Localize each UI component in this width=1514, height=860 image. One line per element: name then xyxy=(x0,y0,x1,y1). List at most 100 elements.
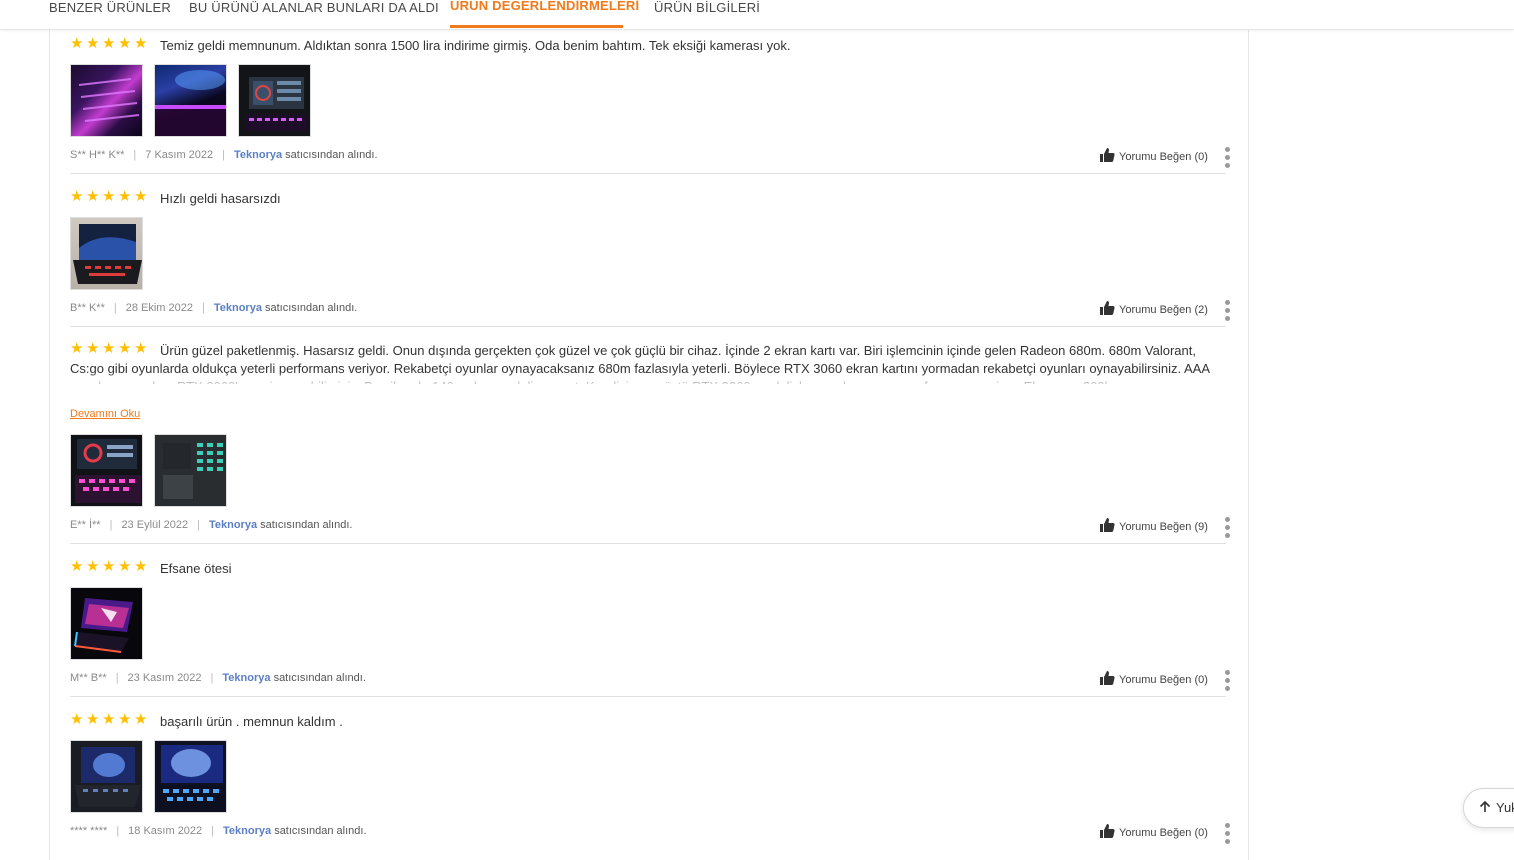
star-icon: ★ xyxy=(86,711,100,728)
star-icon: ★ xyxy=(102,711,116,728)
like-label: Yorumu Beğen xyxy=(1119,674,1192,686)
review-date: 23 Eylül 2022 xyxy=(121,519,189,531)
star-rating: ★ ★ ★ ★ ★ xyxy=(70,188,148,205)
star-icon: ★ xyxy=(70,188,84,205)
review-comment: Hızlı geldi hasarsızdı xyxy=(160,191,281,206)
review-meta: B** K** | 28 Ekim 2022 | Teknorya satıcısınd… xyxy=(70,302,358,314)
review-comment: başarılı ürün . memnun kaldım . xyxy=(160,714,343,729)
read-more-link[interactable]: Devamını Oku xyxy=(70,408,140,420)
thumbs-up-icon xyxy=(1100,824,1115,838)
like-review-button[interactable]: Yorumu Beğen (0) xyxy=(1100,824,1208,839)
review-author: **** **** xyxy=(70,825,108,837)
star-icon: ★ xyxy=(134,340,148,357)
tab-similar-products[interactable]: BENZER ÜRÜNLER xyxy=(49,0,171,15)
seller-link[interactable]: Teknorya xyxy=(223,825,271,837)
star-rating: ★ ★ ★ ★ ★ xyxy=(70,558,148,575)
scroll-top-label: Yukarı Çık xyxy=(1496,800,1514,815)
review-item: Hızlı geldi hasarsızdı ★ ★ ★ ★ ★ B** K** | 28 … xyxy=(70,188,1231,322)
text-fade-overlay xyxy=(70,372,1230,386)
seller-link[interactable]: Teknorya xyxy=(222,672,270,684)
more-options-icon[interactable] xyxy=(1225,670,1231,692)
review-photo-thumbnail[interactable] xyxy=(238,64,311,137)
star-icon: ★ xyxy=(118,711,132,728)
like-count: (0) xyxy=(1194,151,1208,163)
review-item: Ürün güzel paketlenmiş. Hasarsız geldi. … xyxy=(70,340,1231,542)
review-photo-thumbnail[interactable] xyxy=(70,64,143,137)
thumbs-up-icon xyxy=(1100,148,1115,162)
star-icon: ★ xyxy=(134,711,148,728)
like-review-button[interactable]: Yorumu Beğen (0) xyxy=(1100,148,1208,163)
star-icon: ★ xyxy=(86,558,100,575)
thumbs-up-icon xyxy=(1100,518,1115,532)
star-icon: ★ xyxy=(86,188,100,205)
star-icon: ★ xyxy=(70,340,84,357)
review-divider xyxy=(70,543,1226,544)
star-icon: ★ xyxy=(102,188,116,205)
star-icon: ★ xyxy=(70,35,84,52)
star-icon: ★ xyxy=(118,558,132,575)
star-icon: ★ xyxy=(102,340,116,357)
review-photo-thumbnail[interactable] xyxy=(70,587,143,660)
seller-link[interactable]: Teknorya xyxy=(234,149,282,161)
like-count: (2) xyxy=(1194,304,1208,316)
review-photo-thumbnail[interactable] xyxy=(154,434,227,507)
seller-suffix: satıcısından alındı. xyxy=(274,825,367,837)
star-rating: ★ ★ ★ ★ ★ xyxy=(70,35,148,52)
review-photo-thumbnail[interactable] xyxy=(154,740,227,813)
like-review-button[interactable]: Yorumu Beğen (9) xyxy=(1100,518,1208,533)
like-label: Yorumu Beğen xyxy=(1119,151,1192,163)
seller-link[interactable]: Teknorya xyxy=(209,519,257,531)
star-icon: ★ xyxy=(118,340,132,357)
review-meta: S** H** K** | 7 Kasım 2022 | Teknorya satıcı… xyxy=(70,149,378,161)
like-count: (9) xyxy=(1194,521,1208,533)
like-review-button[interactable]: Yorumu Beğen (2) xyxy=(1100,301,1208,316)
seller-suffix: satıcısından alındı. xyxy=(273,672,366,684)
review-photo-thumbnail[interactable] xyxy=(154,64,227,137)
star-icon: ★ xyxy=(134,35,148,52)
seller-link[interactable]: Teknorya xyxy=(214,302,262,314)
review-photo-thumbnail[interactable] xyxy=(70,740,143,813)
star-icon: ★ xyxy=(118,188,132,205)
review-item: Efsane ötesi ★ ★ ★ ★ ★ M** B** | 23 Kasım 2022… xyxy=(70,558,1231,692)
review-author: M** B** xyxy=(70,672,107,684)
seller-suffix: satıcısından alındı. xyxy=(260,519,353,531)
review-author: E** İ** xyxy=(70,519,101,531)
review-meta: M** B** | 23 Kasım 2022 | Teknorya satıcısın… xyxy=(70,672,366,684)
star-rating: ★ ★ ★ ★ ★ xyxy=(70,711,148,728)
review-comment: Temiz geldi memnunum. Aldıktan sonra 150… xyxy=(160,38,791,53)
more-options-icon[interactable] xyxy=(1225,517,1231,539)
thumbs-up-icon xyxy=(1100,301,1115,315)
review-date: 7 Kasım 2022 xyxy=(145,149,214,161)
more-options-icon[interactable] xyxy=(1225,300,1231,322)
scroll-to-top-button[interactable]: Yukarı Çık xyxy=(1463,788,1514,828)
like-label: Yorumu Beğen xyxy=(1119,304,1192,316)
seller-suffix: satıcısından alındı. xyxy=(265,302,358,314)
star-icon: ★ xyxy=(70,711,84,728)
review-photo-thumbnail[interactable] xyxy=(70,217,143,290)
star-icon: ★ xyxy=(118,35,132,52)
review-item: başarılı ürün . memnun kaldım . ★ ★ ★ ★ ★ **… xyxy=(70,711,1231,845)
like-review-button[interactable]: Yorumu Beğen (0) xyxy=(1100,671,1208,686)
review-date: 18 Kasım 2022 xyxy=(128,825,203,837)
star-icon: ★ xyxy=(102,558,116,575)
tab-product-info[interactable]: ÜRÜN BİLGİLERİ xyxy=(654,0,760,15)
review-photo-thumbnail[interactable] xyxy=(70,434,143,507)
review-author: B** K** xyxy=(70,302,105,314)
like-count: (0) xyxy=(1194,674,1208,686)
star-icon: ★ xyxy=(70,558,84,575)
active-tab-indicator xyxy=(450,25,623,28)
review-divider xyxy=(70,326,1226,327)
thumbs-up-icon xyxy=(1100,671,1115,685)
review-meta: **** **** | 18 Kasım 2022 | Teknorya satıcıs… xyxy=(70,825,367,837)
more-options-icon[interactable] xyxy=(1225,823,1231,845)
seller-suffix: satıcısından alındı. xyxy=(285,149,378,161)
star-icon: ★ xyxy=(102,35,116,52)
arrow-up-icon xyxy=(1479,800,1491,812)
review-date: 23 Kasım 2022 xyxy=(127,672,202,684)
star-icon: ★ xyxy=(134,188,148,205)
star-icon: ★ xyxy=(86,35,100,52)
tab-reviews[interactable]: ÜRÜN DEĞERLENDİRMELERİ xyxy=(450,0,639,13)
like-label: Yorumu Beğen xyxy=(1119,827,1192,839)
tab-also-bought[interactable]: BU ÜRÜNÜ ALANLAR BUNLARI DA ALDI xyxy=(189,0,439,15)
more-options-icon[interactable] xyxy=(1225,147,1231,169)
